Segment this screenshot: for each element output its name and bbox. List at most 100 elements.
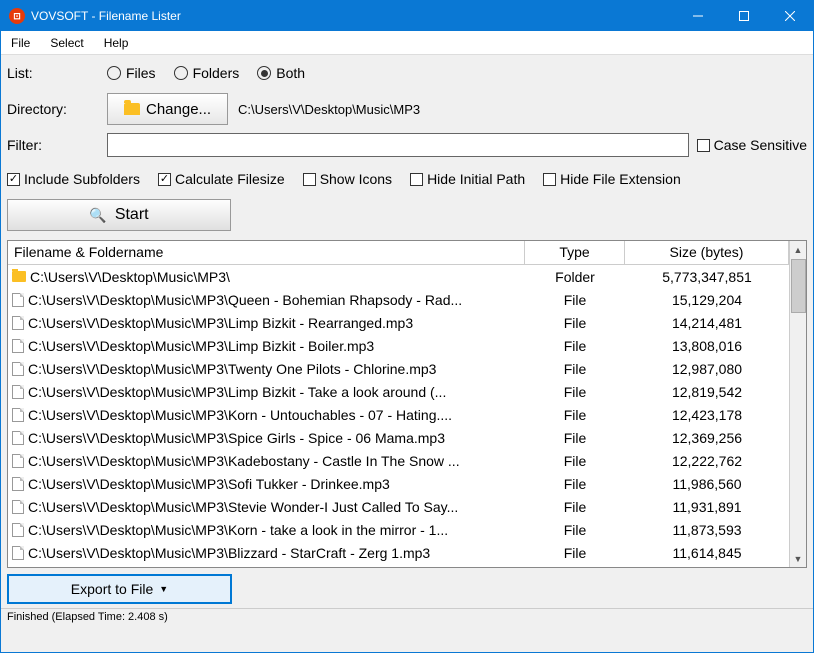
file-icon [12,431,24,445]
directory-label: Directory: [7,101,107,117]
close-button[interactable] [767,1,813,31]
table-row[interactable]: C:\Users\V\Desktop\Music\MP3\Blizzard - … [8,541,789,564]
table-row[interactable]: C:\Users\V\Desktop\Music\MP3\Limp Bizkit… [8,311,789,334]
show-icons-label: Show Icons [320,171,392,187]
cell-filename: C:\Users\V\Desktop\Music\MP3\Korn - Unto… [8,407,525,423]
cell-type: File [525,407,625,423]
folder-icon [124,103,140,115]
minimize-button[interactable] [675,1,721,31]
radio-files[interactable]: Files [107,65,156,81]
column-type[interactable]: Type [525,241,625,264]
cell-size: 11,873,593 [625,522,789,538]
dropdown-icon: ▼ [159,584,168,594]
case-sensitive-checkbox[interactable]: Case Sensitive [697,137,807,153]
table-row[interactable]: C:\Users\V\Desktop\Music\MP3\Sofi Tukker… [8,472,789,495]
folder-icon [12,271,26,282]
table-row[interactable]: C:\Users\V\Desktop\Music\MP3\Queen - Boh… [8,288,789,311]
change-button[interactable]: Change... [107,93,228,125]
case-sensitive-label: Case Sensitive [714,137,807,153]
scroll-down-icon[interactable]: ▼ [790,550,806,567]
results-table: Filename & Foldername Type Size (bytes) … [7,240,807,568]
cell-type: File [525,545,625,561]
cell-filename: C:\Users\V\Desktop\Music\MP3\Queen - Boh… [8,292,525,308]
scroll-up-icon[interactable]: ▲ [790,241,806,258]
status-bar: Finished (Elapsed Time: 2.408 s) [1,608,813,628]
show-icons-checkbox[interactable]: Show Icons [303,171,392,187]
scroll-thumb[interactable] [791,259,806,313]
cell-filename: C:\Users\V\Desktop\Music\MP3\Twenty One … [8,361,525,377]
include-subfolders-checkbox[interactable]: ✓ Include Subfolders [7,171,140,187]
window-controls [675,1,813,31]
cell-type: File [525,476,625,492]
window-title: VOVSOFT - Filename Lister [31,9,675,23]
radio-files-label: Files [126,65,156,81]
cell-type: File [525,499,625,515]
table-row[interactable]: C:\Users\V\Desktop\Music\MP3\Twenty One … [8,357,789,380]
cell-size: 11,931,891 [625,499,789,515]
table-row[interactable]: C:\Users\V\Desktop\Music\MP3\Spice Girls… [8,426,789,449]
file-icon [12,523,24,537]
checkbox-icon: ✓ [158,173,171,186]
table-body: C:\Users\V\Desktop\Music\MP3\Folder5,773… [8,265,789,564]
table-row[interactable]: C:\Users\V\Desktop\Music\MP3\Korn - take… [8,518,789,541]
file-icon [12,385,24,399]
radio-both[interactable]: Both [257,65,305,81]
maximize-button[interactable] [721,1,767,31]
hide-initial-path-label: Hide Initial Path [427,171,525,187]
cell-size: 13,808,016 [625,338,789,354]
menu-help[interactable]: Help [94,33,139,53]
calculate-filesize-checkbox[interactable]: ✓ Calculate Filesize [158,171,285,187]
cell-size: 12,987,080 [625,361,789,377]
cell-filename: C:\Users\V\Desktop\Music\MP3\Korn - take… [8,522,525,538]
titlebar: ⊡ VOVSOFT - Filename Lister [1,1,813,31]
radio-both-label: Both [276,65,305,81]
cell-size: 12,369,256 [625,430,789,446]
file-icon [12,316,24,330]
table-row[interactable]: C:\Users\V\Desktop\Music\MP3\Limp Bizkit… [8,334,789,357]
checkbox-icon [543,173,556,186]
cell-size: 14,214,481 [625,315,789,331]
calculate-filesize-label: Calculate Filesize [175,171,285,187]
cell-filename: C:\Users\V\Desktop\Music\MP3\Kadebostany… [8,453,525,469]
cell-filename: C:\Users\V\Desktop\Music\MP3\ [8,269,525,285]
cell-filename: C:\Users\V\Desktop\Music\MP3\Limp Bizkit… [8,315,525,331]
column-filename[interactable]: Filename & Foldername [8,241,525,264]
cell-type: File [525,522,625,538]
radio-folders[interactable]: Folders [174,65,240,81]
include-subfolders-label: Include Subfolders [24,171,140,187]
table-row[interactable]: C:\Users\V\Desktop\Music\MP3\Limp Bizkit… [8,380,789,403]
start-button[interactable]: 🔍 Start [7,199,231,231]
filter-input[interactable] [107,133,689,157]
cell-type: File [525,430,625,446]
table-row[interactable]: C:\Users\V\Desktop\Music\MP3\Korn - Unto… [8,403,789,426]
cell-type: File [525,338,625,354]
table-row[interactable]: C:\Users\V\Desktop\Music\MP3\Kadebostany… [8,449,789,472]
menu-select[interactable]: Select [40,33,93,53]
table-row[interactable]: C:\Users\V\Desktop\Music\MP3\Stevie Wond… [8,495,789,518]
file-icon [12,362,24,376]
hide-file-extension-checkbox[interactable]: Hide File Extension [543,171,681,187]
table-header: Filename & Foldername Type Size (bytes) [8,241,789,265]
checkbox-icon [303,173,316,186]
start-button-label: Start [115,206,149,224]
cell-type: File [525,292,625,308]
cell-type: File [525,315,625,331]
scrollbar[interactable]: ▲ ▼ [789,241,806,567]
cell-filename: C:\Users\V\Desktop\Music\MP3\Spice Girls… [8,430,525,446]
export-button-label: Export to File [71,581,153,597]
list-radio-group: Files Folders Both [107,65,305,81]
file-icon [12,293,24,307]
cell-filename: C:\Users\V\Desktop\Music\MP3\Limp Bizkit… [8,338,525,354]
file-icon [12,339,24,353]
cell-size: 11,986,560 [625,476,789,492]
cell-type: File [525,361,625,377]
menu-file[interactable]: File [1,33,40,53]
table-row[interactable]: C:\Users\V\Desktop\Music\MP3\Folder5,773… [8,265,789,288]
cell-size: 15,129,204 [625,292,789,308]
file-icon [12,500,24,514]
app-icon: ⊡ [9,8,25,24]
column-size[interactable]: Size (bytes) [625,241,789,264]
hide-initial-path-checkbox[interactable]: Hide Initial Path [410,171,525,187]
directory-path: C:\Users\V\Desktop\Music\MP3 [238,102,420,117]
export-button[interactable]: Export to File ▼ [7,574,232,604]
